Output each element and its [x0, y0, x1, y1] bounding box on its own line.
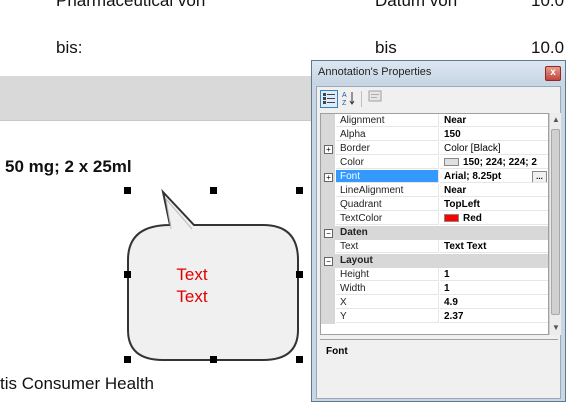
category-daten[interactable]: − Daten: [321, 226, 548, 240]
property-value[interactable]: Near: [440, 114, 548, 127]
doc-header-right: 10.0: [531, 0, 565, 10]
property-row-width[interactable]: Width 1: [321, 282, 548, 296]
company-text: tis Consumer Health: [0, 374, 155, 393]
window-title: Annotation's Properties: [318, 66, 432, 78]
dosage-text: 50 mg; 2 x 25ml: [5, 157, 132, 176]
property-name: TextColor: [336, 212, 439, 225]
property-name: X: [336, 296, 439, 309]
property-name: Quadrant: [336, 198, 439, 211]
property-value[interactable]: Arial; 8.25pt...: [440, 170, 548, 183]
collapse-icon[interactable]: −: [324, 257, 333, 266]
font-ellipsis-button[interactable]: ...: [532, 171, 547, 182]
category-layout[interactable]: − Layout: [321, 254, 548, 268]
resize-handle-top-left[interactable]: [124, 187, 131, 194]
property-row-alpha[interactable]: Alpha 150: [321, 128, 548, 142]
property-name: Font: [336, 170, 439, 183]
color-swatch: [444, 158, 459, 167]
property-name: Width: [336, 282, 439, 295]
property-row-textcolor[interactable]: TextColor Red: [321, 212, 548, 226]
resize-handle-bottom-right[interactable]: [296, 356, 303, 363]
property-description-panel: Font: [320, 339, 558, 396]
bis-label-2: bis: [375, 38, 397, 57]
property-value[interactable]: TopLeft: [440, 198, 548, 211]
svg-text:A: A: [342, 92, 347, 99]
scrollbar-thumb[interactable]: [551, 129, 560, 315]
property-row-quadrant[interactable]: Quadrant TopLeft: [321, 198, 548, 212]
property-name: Height: [336, 268, 439, 281]
property-value: 150; 224; 224; 2: [463, 157, 537, 168]
bubble-text-line-1: Text: [176, 265, 208, 284]
bubble-text-line-2: Text: [176, 287, 208, 306]
window-title-bar[interactable]: Annotation's Properties x: [312, 61, 565, 85]
resize-handle-left[interactable]: [124, 271, 131, 278]
property-row-linealignment[interactable]: LineAlignment Near: [321, 184, 548, 198]
property-value[interactable]: Near: [440, 184, 548, 197]
bis-label: bis:: [56, 38, 83, 57]
resize-handle-top-right[interactable]: [296, 187, 303, 194]
property-row-x[interactable]: X 4.9: [321, 296, 548, 310]
property-row-color[interactable]: Color 150; 224; 224; 2: [321, 156, 548, 170]
expand-icon[interactable]: +: [324, 145, 333, 154]
property-value[interactable]: 150: [440, 128, 548, 141]
category-label: Layout: [336, 254, 548, 267]
property-row-alignment[interactable]: Alignment Near: [321, 114, 548, 128]
property-value: Red: [463, 213, 482, 224]
property-value[interactable]: 1: [440, 282, 548, 295]
property-name: LineAlignment: [336, 184, 439, 197]
categorized-button[interactable]: [320, 90, 338, 108]
property-grid-container: A Z Alignment Near Alpha 150 + Border Co…: [316, 86, 561, 399]
bubble-text-area: Text Text: [128, 265, 256, 315]
color-swatch: [444, 214, 459, 223]
svg-text:Z: Z: [342, 100, 347, 106]
collapse-icon[interactable]: −: [324, 229, 333, 238]
description-title: Font: [326, 346, 348, 357]
close-button[interactable]: x: [545, 66, 561, 81]
doc-header-mid: Datum von: [375, 0, 458, 10]
resize-handle-right[interactable]: [296, 271, 303, 278]
property-value[interactable]: Color [Black]: [440, 142, 548, 155]
property-name: Text: [336, 240, 439, 253]
property-value[interactable]: 4.9: [440, 296, 548, 309]
alphabetical-button[interactable]: A Z: [340, 90, 358, 108]
categorized-icon: [323, 93, 335, 104]
property-row-font[interactable]: + Font Arial; 8.25pt...: [321, 170, 548, 184]
property-value-container[interactable]: 150; 224; 224; 2: [440, 156, 548, 169]
expand-icon[interactable]: +: [324, 173, 333, 182]
property-value-container[interactable]: Red: [440, 212, 548, 225]
resize-handle-bottom-left[interactable]: [124, 356, 131, 363]
scroll-up-arrow-icon[interactable]: ▲: [551, 114, 561, 126]
annotation-properties-window: Annotation's Properties x A Z Alignment …: [311, 60, 566, 402]
property-value[interactable]: Text Text: [440, 240, 548, 253]
scroll-down-arrow-icon[interactable]: ▼: [551, 322, 561, 334]
property-pages-icon: [368, 90, 382, 102]
property-name: Border: [336, 142, 439, 155]
property-grid: Alignment Near Alpha 150 + Border Color …: [320, 113, 549, 335]
property-row-border[interactable]: + Border Color [Black]: [321, 142, 548, 156]
category-label: Daten: [336, 226, 548, 239]
property-row-y[interactable]: Y 2.37: [321, 310, 548, 324]
property-row-text[interactable]: Text Text Text: [321, 240, 548, 254]
property-name: Alignment: [336, 114, 439, 127]
property-value[interactable]: 2.37: [440, 310, 548, 323]
toolbar-divider: [361, 91, 362, 107]
alphabetical-icon: A Z: [342, 92, 355, 107]
property-name: Alpha: [336, 128, 439, 141]
doc-header-left: Pharmaceutical von: [56, 0, 206, 10]
property-name: Color: [336, 156, 439, 169]
property-name: Y: [336, 310, 439, 323]
property-grid-toolbar: A Z: [317, 87, 560, 113]
resize-handle-bottom[interactable]: [210, 356, 217, 363]
property-row-height[interactable]: Height 1: [321, 268, 548, 282]
resize-handle-top[interactable]: [210, 187, 217, 194]
property-pages-button[interactable]: [366, 90, 384, 108]
property-grid-scrollbar[interactable]: ▲ ▼: [549, 113, 561, 335]
bis-value: 10.0: [531, 38, 565, 57]
property-value[interactable]: 1: [440, 268, 548, 281]
